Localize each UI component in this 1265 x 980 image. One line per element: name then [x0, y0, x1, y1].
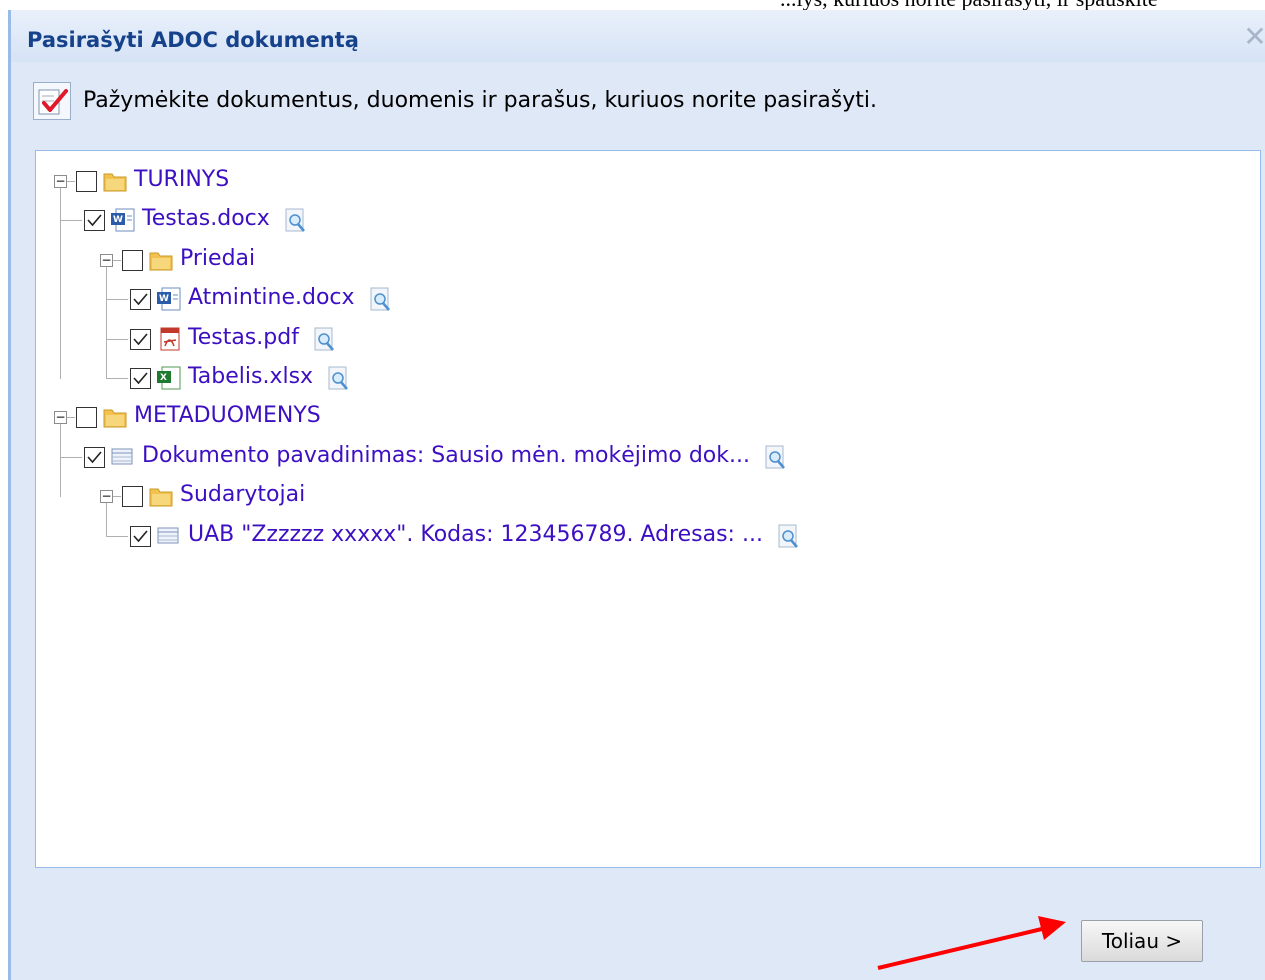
- annotation-arrow: [877, 916, 1066, 970]
